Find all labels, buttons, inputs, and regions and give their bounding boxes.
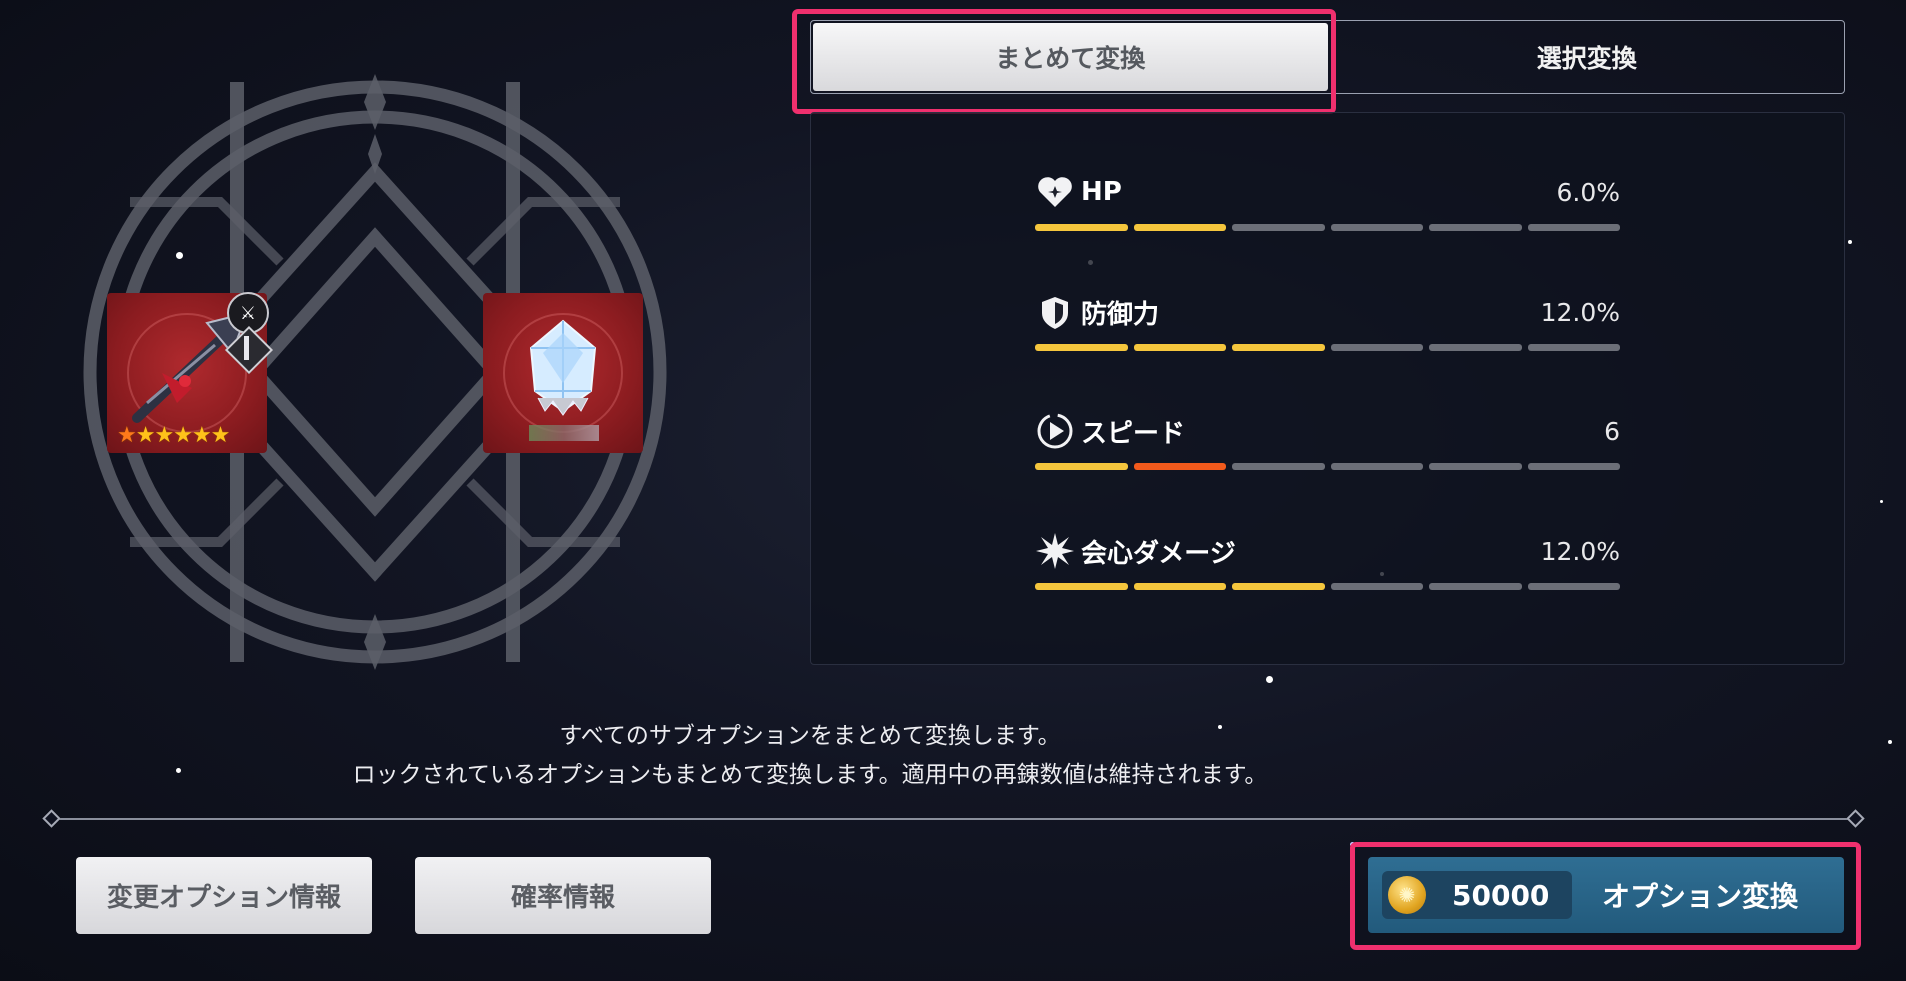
stat-bar-segment (1035, 463, 1128, 470)
stat-bar-segment (1133, 344, 1226, 351)
stat-bar-segment (1527, 463, 1620, 470)
cost-value: 50000 (1452, 878, 1550, 912)
stat-bars (1035, 583, 1620, 590)
sparkle (1888, 740, 1892, 744)
stat-bar-segment (1232, 583, 1325, 590)
stat-bar-segment (1035, 344, 1128, 351)
stat-bar-segment (1527, 583, 1620, 590)
stat-bar-segment (1035, 224, 1128, 231)
tab-batch-convert[interactable]: まとめて変換 (813, 23, 1328, 91)
stat-value: 12.0% (1540, 297, 1620, 327)
material-item-slot[interactable] (483, 293, 643, 453)
stat-bar-segment (1429, 344, 1522, 351)
sword-badge-mark (244, 336, 249, 360)
stat-bar-segment (1429, 583, 1522, 590)
description-line-1: すべてのサブオプションをまとめて変換します。 (559, 723, 1061, 749)
stat-bar-segment (1330, 224, 1423, 231)
option-convert-button[interactable]: ✺ 50000 オプション変換 (1368, 857, 1844, 933)
stat-row-crit-damage: 会心ダメージ 12.0% (1035, 531, 1620, 590)
stat-value: 6.0% (1556, 177, 1620, 207)
rarity-stars: ★ ★ ★ ★ ★ ★ (117, 423, 231, 448)
gold-coin-icon: ✺ (1388, 876, 1426, 914)
stat-bar-segment (1133, 224, 1226, 231)
stat-name: HP (1081, 177, 1122, 207)
stat-bar-segment (1527, 344, 1620, 351)
stat-bar-segment (1330, 463, 1423, 470)
sparkle (1266, 676, 1273, 683)
stat-bars (1035, 224, 1620, 231)
stat-bar-segment (1527, 224, 1620, 231)
conversion-mode-tabs: まとめて変換 選択変換 (810, 20, 1845, 94)
stat-value: 12.0% (1540, 536, 1620, 566)
stat-name: 防御力 (1081, 299, 1160, 330)
sparkle (1350, 842, 1355, 847)
stat-bar-segment (1232, 463, 1325, 470)
pixelated-label (529, 425, 599, 441)
stat-row-defense: 防御力 12.0% (1035, 292, 1620, 351)
play-icon (1035, 411, 1075, 451)
stat-bar-segment (1330, 344, 1423, 351)
convert-button-label: オプション変換 (1602, 880, 1799, 913)
stat-bar-segment (1133, 463, 1226, 470)
cost-display: ✺ 50000 (1382, 871, 1572, 919)
heart-icon (1035, 172, 1075, 212)
burst-icon (1035, 531, 1075, 571)
stat-bar-segment (1232, 344, 1325, 351)
tab-select-convert[interactable]: 選択変換 (1330, 21, 1845, 93)
stat-bar-segment (1330, 583, 1423, 590)
option-info-button[interactable]: 変更オプション情報 (76, 857, 372, 934)
shield-icon (1035, 292, 1075, 332)
sparkle (1848, 240, 1852, 244)
divider (52, 818, 1854, 820)
sparkle (1880, 500, 1883, 503)
stat-bar-segment (1429, 463, 1522, 470)
stat-name: 会心ダメージ (1081, 538, 1236, 569)
stat-row-speed: スピード 6 (1035, 411, 1620, 470)
stat-value: 6 (1604, 416, 1620, 446)
stat-row-hp: HP 6.0% (1035, 172, 1620, 231)
divider-end-right (1846, 809, 1865, 828)
stat-bar-segment (1232, 224, 1325, 231)
stat-name: スピード (1081, 418, 1186, 449)
stat-bar-segment (1133, 583, 1226, 590)
divider-end-left (42, 809, 61, 828)
description-line-2: ロックされているオプションもまとめて変換します。適用中の再錬数値は維持されます。 (352, 762, 1268, 788)
probability-info-button[interactable]: 確率情報 (415, 857, 711, 934)
stat-bar-segment (1035, 583, 1128, 590)
stat-bars (1035, 344, 1620, 351)
stat-bar-segment (1429, 224, 1522, 231)
stat-bars (1035, 463, 1620, 470)
